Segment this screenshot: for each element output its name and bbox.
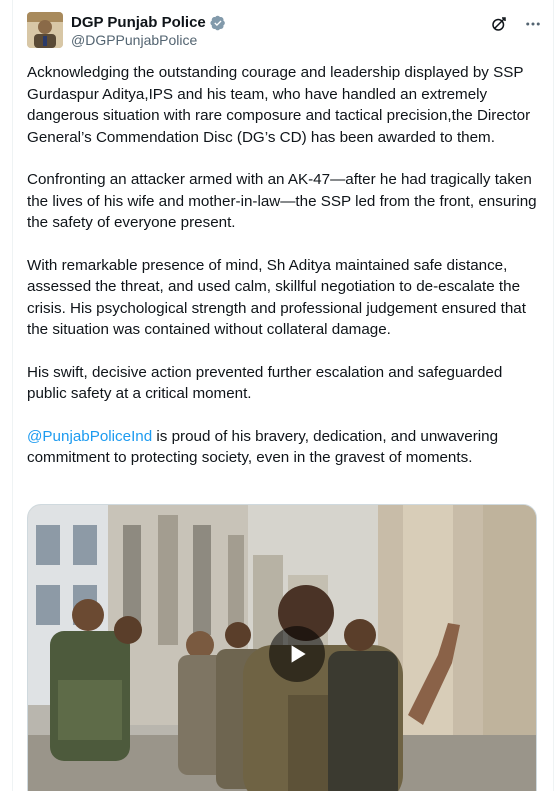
grok-icon[interactable] — [489, 14, 509, 34]
handle[interactable]: @DGPPunjabPolice — [71, 32, 197, 48]
verified-badge-icon — [210, 15, 226, 31]
tweet-text: Acknowledging the outstanding courage an… — [27, 62, 537, 490]
name-row: DGP Punjab Police — [71, 14, 226, 31]
mention-link[interactable]: @PunjabPoliceInd — [27, 428, 152, 445]
more-icon[interactable] — [523, 14, 543, 34]
tweet-paragraph: @PunjabPoliceInd is proud of his bravery… — [27, 426, 537, 469]
video-media[interactable] — [27, 504, 537, 791]
header-actions — [489, 14, 543, 34]
tweet-paragraph: Acknowledging the outstanding courage an… — [27, 64, 531, 146]
play-icon — [291, 645, 306, 663]
tweet-paragraph: With remarkable presence of mind, Sh Adi… — [27, 256, 526, 339]
avatar[interactable] — [27, 12, 63, 48]
tweet-header: DGP Punjab Police @DGPPunjabPolice — [27, 10, 543, 50]
tweet-paragraph: Confronting an attacker armed with an AK… — [27, 171, 537, 231]
display-name[interactable]: DGP Punjab Police — [71, 14, 206, 31]
tweet-paragraph: His swift, decisive action prevented fur… — [27, 363, 503, 403]
play-button[interactable] — [269, 626, 325, 682]
tweet-card: DGP Punjab Police @DGPPunjabPolice Ackno… — [12, 0, 554, 791]
